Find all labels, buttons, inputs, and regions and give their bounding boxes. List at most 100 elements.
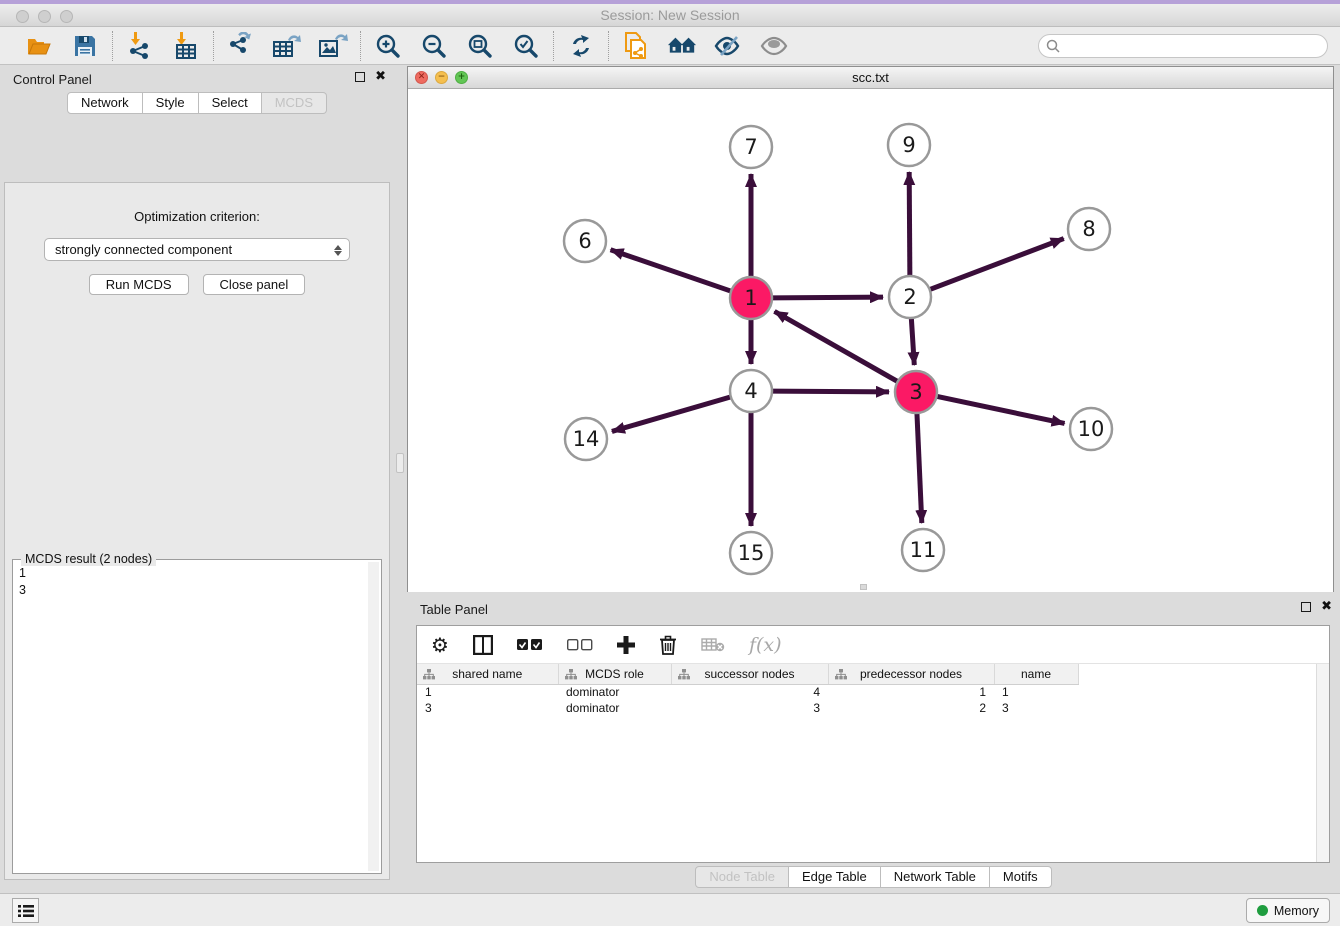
node-9[interactable]: 9 <box>888 124 930 166</box>
tab-network[interactable]: Network <box>67 92 143 114</box>
node-8[interactable]: 8 <box>1068 208 1110 250</box>
table-cell[interactable]: 1 <box>417 684 558 700</box>
table-cell[interactable]: 3 <box>671 700 828 716</box>
zoom-fit-icon[interactable] <box>465 31 495 61</box>
node-4[interactable]: 4 <box>730 370 772 412</box>
function-builder-icon[interactable]: f(x) <box>749 634 782 656</box>
delete-icon[interactable] <box>659 635 677 655</box>
deselect-all-icon[interactable] <box>567 639 593 651</box>
show-graphics-icon[interactable] <box>759 31 789 61</box>
node-3[interactable]: 3 <box>895 371 937 413</box>
task-history-button[interactable] <box>12 898 39 923</box>
node-6[interactable]: 6 <box>564 220 606 262</box>
splitter-grip[interactable] <box>396 453 404 473</box>
table-row[interactable]: 3dominator323 <box>417 700 1329 716</box>
edge-2-3[interactable] <box>911 318 914 365</box>
mcds-result-text[interactable]: 1 3 <box>19 565 365 869</box>
refresh-icon[interactable] <box>566 31 596 61</box>
edge-3-10[interactable] <box>937 396 1065 423</box>
column-header-MCDS-role[interactable]: MCDS role <box>558 664 671 684</box>
column-header-predecessor-nodes[interactable]: predecessor nodes <box>828 664 994 684</box>
table-container: ⚙ f(x) <box>416 625 1330 863</box>
export-table-icon[interactable] <box>272 31 302 61</box>
close-panel-icon[interactable]: ✖ <box>375 72 386 82</box>
edge-2-8[interactable] <box>930 239 1064 290</box>
svg-text:15: 15 <box>738 541 765 565</box>
column-header-name[interactable]: name <box>994 664 1078 684</box>
select-all-icon[interactable] <box>517 639 543 651</box>
application-window: Session: New Session <box>0 0 1340 926</box>
tab-edge-table[interactable]: Edge Table <box>789 866 881 888</box>
tab-motifs[interactable]: Motifs <box>990 866 1052 888</box>
import-table-icon[interactable] <box>171 31 201 61</box>
tab-style[interactable]: Style <box>143 92 199 114</box>
tab-network-table[interactable]: Network Table <box>881 866 990 888</box>
save-session-icon[interactable] <box>70 31 100 61</box>
node-14[interactable]: 14 <box>565 418 607 460</box>
zoom-selected-icon[interactable] <box>511 31 541 61</box>
close-table-panel-icon[interactable]: ✖ <box>1321 602 1332 612</box>
edge-4-14[interactable] <box>612 397 731 432</box>
canvas-resize-grip[interactable] <box>860 584 867 590</box>
list-icon <box>18 904 34 918</box>
table-scrollbar[interactable] <box>1316 664 1329 862</box>
split-columns-icon[interactable] <box>473 635 493 655</box>
export-image-icon[interactable] <box>318 31 348 61</box>
column-header-shared-name[interactable]: shared name <box>417 664 558 684</box>
table-cell[interactable]: 4 <box>671 684 828 700</box>
network-canvas[interactable]: 7 9 6 8 1 2 4 3 14 10 15 11 <box>408 89 1333 592</box>
delete-table-icon[interactable] <box>701 637 725 652</box>
column-header-successor-nodes[interactable]: successor nodes <box>671 664 828 684</box>
optimization-criterion-label: Optimization criterion: <box>5 209 389 224</box>
close-panel-button[interactable]: Close panel <box>203 274 306 295</box>
clone-network-icon[interactable] <box>621 31 651 61</box>
import-network-icon[interactable] <box>125 31 155 61</box>
main-toolbar <box>0 27 1340 65</box>
node-2[interactable]: 2 <box>889 276 931 318</box>
edge-3-11[interactable] <box>917 413 922 523</box>
table-row[interactable]: 1dominator411 <box>417 684 1329 700</box>
node-11[interactable]: 11 <box>902 529 944 571</box>
svg-text:10: 10 <box>1078 417 1105 441</box>
table-cell[interactable]: 3 <box>417 700 558 716</box>
edge-3-1[interactable] <box>774 311 897 381</box>
tab-select[interactable]: Select <box>199 92 262 114</box>
float-panel-icon[interactable] <box>355 72 365 82</box>
table-cell[interactable]: 1 <box>994 684 1078 700</box>
gear-icon[interactable]: ⚙ <box>431 633 449 657</box>
float-table-panel-icon[interactable] <box>1301 602 1311 612</box>
search-input[interactable] <box>1038 34 1328 58</box>
edge-1-2[interactable] <box>772 297 883 298</box>
svg-text:3: 3 <box>909 380 922 404</box>
svg-text:1: 1 <box>744 286 757 310</box>
export-network-icon[interactable] <box>226 31 256 61</box>
tab-node-table[interactable]: Node Table <box>695 866 789 888</box>
table-cell[interactable]: 2 <box>828 700 994 716</box>
node-10[interactable]: 10 <box>1070 408 1112 450</box>
search-container <box>1038 34 1328 58</box>
tab-mcds[interactable]: MCDS <box>262 92 327 114</box>
add-column-icon[interactable] <box>617 636 635 654</box>
node-7[interactable]: 7 <box>730 126 772 168</box>
node-15[interactable]: 15 <box>730 532 772 574</box>
hide-style-icon[interactable] <box>713 31 743 61</box>
table-cell[interactable]: 1 <box>828 684 994 700</box>
open-file-icon[interactable] <box>24 31 54 61</box>
table-cell[interactable]: dominator <box>558 700 671 716</box>
edge-1-6[interactable] <box>611 250 732 291</box>
home-icon[interactable] <box>667 31 697 61</box>
zoom-out-icon[interactable] <box>419 31 449 61</box>
criterion-select[interactable]: strongly connected component <box>44 238 350 261</box>
memory-label: Memory <box>1274 904 1319 918</box>
table-cell[interactable]: dominator <box>558 684 671 700</box>
run-mcds-button[interactable]: Run MCDS <box>89 274 189 295</box>
table-cell[interactable]: 3 <box>994 700 1078 716</box>
zoom-in-icon[interactable] <box>373 31 403 61</box>
edge-2-9[interactable] <box>909 172 910 276</box>
node-table: shared nameMCDS rolesuccessor nodesprede… <box>417 664 1329 716</box>
memory-button[interactable]: Memory <box>1246 898 1330 923</box>
edge-4-3[interactable] <box>772 391 889 392</box>
network-window-titlebar[interactable]: ✕ − + scc.txt <box>408 67 1333 89</box>
result-scrollbar[interactable] <box>368 562 379 871</box>
node-1[interactable]: 1 <box>730 277 772 319</box>
